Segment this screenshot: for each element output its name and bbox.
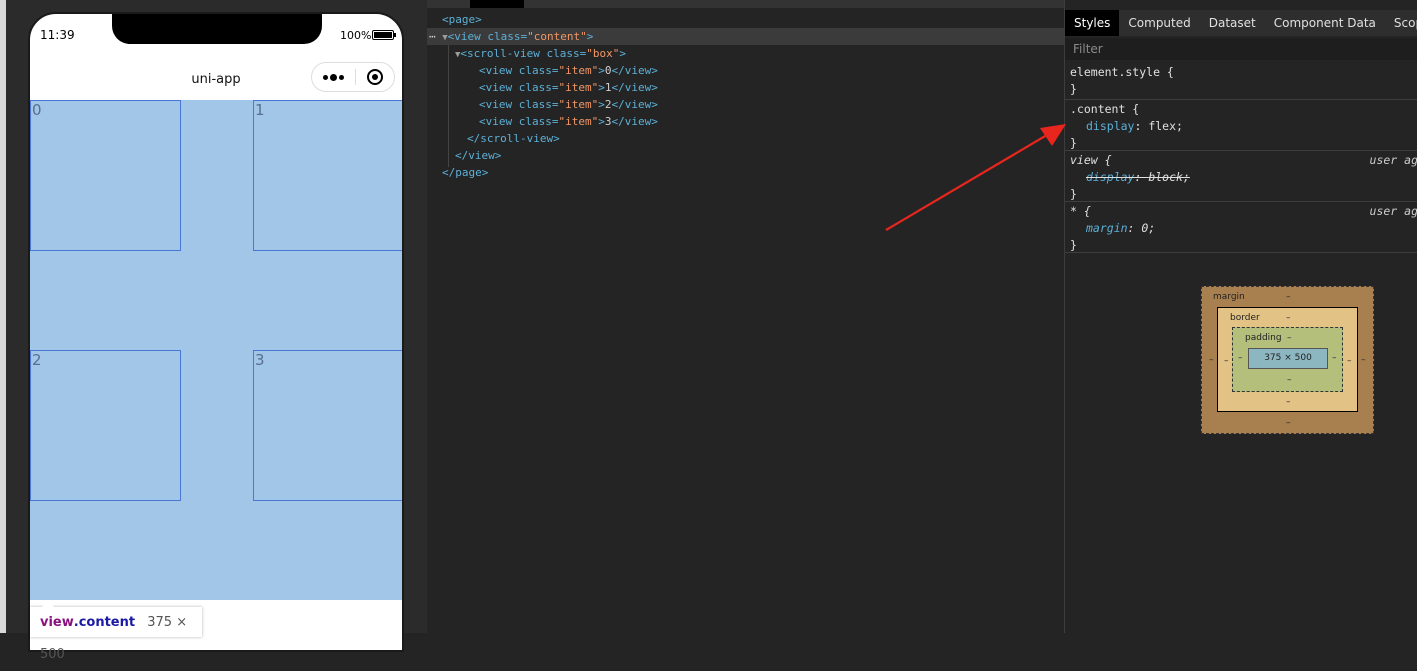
elements-panel: <page> ⋯ ▼<view class="content"> ▼<scrol…: [427, 0, 1064, 633]
box-model-content[interactable]: 375 × 500: [1248, 348, 1328, 369]
rule-selector: .content {: [1070, 102, 1140, 116]
battery-percent: 100%: [340, 29, 372, 42]
padding-bottom-value: –: [1287, 375, 1292, 385]
box-model-margin[interactable]: margin – – – – border – – – – padding – …: [1201, 286, 1374, 434]
capsule-divider: [354, 69, 356, 85]
close-target-icon[interactable]: [366, 69, 383, 85]
node-item-3[interactable]: <view class="item">3</view>: [479, 113, 658, 130]
rule-content[interactable]: .content { display: flex; }: [1065, 101, 1417, 151]
rule-selector: view {: [1070, 153, 1112, 167]
margin-label: margin: [1213, 292, 1245, 302]
active-devtools-tab[interactable]: [470, 0, 524, 8]
rule-selector: element.style {: [1070, 65, 1174, 79]
padding-left-value: –: [1238, 353, 1243, 363]
border-bottom-value: –: [1286, 397, 1291, 407]
filter-input[interactable]: Filter: [1065, 38, 1417, 60]
miniprogram-capsule[interactable]: [311, 62, 395, 92]
border-left-value: –: [1224, 356, 1229, 366]
box-model-border[interactable]: border – – – – padding – – – – 375 × 500: [1217, 307, 1358, 412]
grid-item-0[interactable]: 0: [30, 100, 181, 251]
grid-item-1[interactable]: 1: [253, 100, 402, 251]
grid-item-3[interactable]: 3: [253, 350, 402, 501]
rule-universal-ua[interactable]: * { user ag margin: 0; }: [1065, 203, 1417, 253]
rule-view-ua[interactable]: view { user ag display: block; }: [1065, 152, 1417, 202]
tab-scope-data[interactable]: Scope Da: [1385, 10, 1417, 36]
phone-frame: 11:39 100% uni-app 0 1 2 3: [28, 12, 404, 652]
border-label: border: [1230, 313, 1260, 323]
rule-close: }: [1070, 136, 1077, 150]
tab-styles[interactable]: Styles: [1065, 10, 1120, 36]
padding-top-value: –: [1287, 333, 1292, 343]
rule-declaration[interactable]: display: flex;: [1070, 118, 1417, 135]
node-item-0[interactable]: <view class="item">0</view>: [479, 62, 658, 79]
simulator-panel: 11:39 100% uni-app 0 1 2 3 view.content …: [0, 0, 427, 662]
margin-bottom-value: –: [1286, 418, 1291, 428]
border-right-value: –: [1347, 356, 1352, 366]
phone-notch: [112, 14, 322, 44]
tab-computed[interactable]: Computed: [1119, 10, 1199, 36]
styles-tabbar: Styles Computed Dataset Component Data S…: [1065, 10, 1417, 36]
node-page-open[interactable]: <page>: [442, 11, 482, 28]
rule-source: user ag: [1369, 153, 1417, 167]
node-item-2[interactable]: <view class="item">2</view>: [479, 96, 658, 113]
border-top-value: –: [1286, 313, 1291, 323]
status-time: 11:39: [40, 28, 75, 42]
margin-left-value: –: [1209, 355, 1214, 365]
tree-guide: [448, 45, 449, 167]
rule-selector: * {: [1070, 204, 1091, 218]
box-model-padding[interactable]: padding – – – – 375 × 500: [1232, 327, 1343, 392]
tab-component-data[interactable]: Component Data: [1265, 10, 1385, 36]
padding-label: padding: [1245, 333, 1282, 343]
tooltip-selector: view.content: [40, 615, 136, 630]
node-scroll-view-close[interactable]: </scroll-view>: [467, 130, 560, 147]
battery-icon: [372, 30, 396, 40]
margin-top-value: –: [1286, 292, 1291, 302]
node-item-1[interactable]: <view class="item">1</view>: [479, 79, 658, 96]
rule-close: }: [1070, 82, 1077, 96]
tab-dataset[interactable]: Dataset: [1200, 10, 1265, 36]
annotation-arrow-icon: [885, 124, 1066, 231]
padding-right-value: –: [1332, 353, 1337, 363]
rule-declaration-overridden: display: block;: [1086, 170, 1190, 184]
rule-declaration: margin: 0;: [1086, 221, 1156, 235]
node-view-close[interactable]: </view>: [455, 147, 501, 164]
simulator-edge: [0, 0, 6, 633]
margin-right-value: –: [1361, 355, 1366, 365]
view-content-highlight[interactable]: 0 1 2 3: [30, 100, 402, 600]
node-page-close[interactable]: </page>: [442, 164, 488, 181]
rule-element-style[interactable]: element.style { }: [1065, 64, 1417, 100]
rule-close: }: [1070, 187, 1077, 201]
grid-item-2[interactable]: 2: [30, 350, 181, 501]
more-icon[interactable]: [323, 73, 345, 81]
devtools-tabbar: [427, 0, 1064, 8]
rule-source: user ag: [1369, 204, 1417, 218]
rule-close: }: [1070, 238, 1077, 252]
more-icon[interactable]: ⋯: [429, 30, 436, 43]
